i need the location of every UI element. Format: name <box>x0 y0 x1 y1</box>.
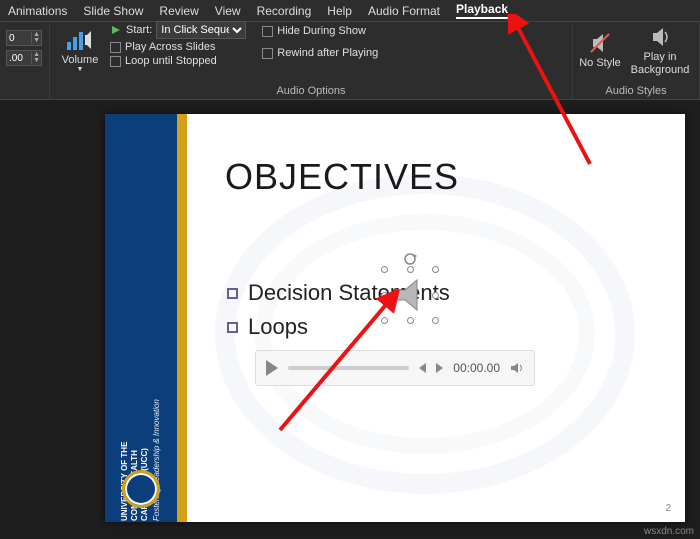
tab-recording[interactable]: Recording <box>257 4 312 18</box>
bullet-icon <box>227 322 238 333</box>
tab-help[interactable]: Help <box>327 4 352 18</box>
fade-spinner-2[interactable]: .00 ▲▼ <box>6 50 42 66</box>
resize-handle[interactable] <box>381 266 388 273</box>
volume-button[interactable]: Volume ▼ <box>56 21 104 81</box>
spinner-arrows-icon[interactable]: ▲▼ <box>31 32 41 44</box>
dropdown-caret-icon: ▼ <box>77 66 84 74</box>
slide-canvas[interactable]: UNIVERSITY OF THE COMMONWEALTH CARIBBEAN… <box>105 114 685 522</box>
no-style-icon <box>589 32 611 54</box>
start-dropdown[interactable]: In Click Sequence <box>156 21 246 39</box>
fade-value-2: .00 <box>9 53 23 64</box>
audio-object-selected[interactable] <box>385 270 435 320</box>
volume-icon <box>67 29 93 51</box>
resize-handle[interactable] <box>407 317 414 324</box>
checkbox-icon <box>262 26 273 37</box>
slide-number: 2 <box>665 503 671 514</box>
group-label-audio-options: Audio Options <box>50 85 572 99</box>
play-in-background-button[interactable]: Play in Background <box>627 21 693 81</box>
volume-icon[interactable] <box>510 361 524 375</box>
fade-value-1: 0 <box>9 33 15 44</box>
group-audio-styles: No Style Play in Background Audio Styles <box>573 22 700 99</box>
checkbox-rewind-after[interactable]: Rewind after Playing <box>262 47 378 59</box>
checkbox-play-across[interactable]: Play Across Slides <box>110 41 246 53</box>
audio-player-bar: 00:00.00 <box>255 350 535 386</box>
fade-spinner-1[interactable]: 0 ▲▼ <box>6 30 42 46</box>
tab-slideshow[interactable]: Slide Show <box>83 4 143 18</box>
tab-audio-format[interactable]: Audio Format <box>368 4 440 18</box>
tab-view[interactable]: View <box>215 4 241 18</box>
slide-workspace: UNIVERSITY OF THE COMMONWEALTH CARIBBEAN… <box>0 100 700 539</box>
slide-sidebar: UNIVERSITY OF THE COMMONWEALTH CARIBBEAN… <box>105 114 177 522</box>
skip-back-button[interactable] <box>419 363 426 373</box>
start-icon <box>110 24 122 36</box>
checkbox-loop-until[interactable]: Loop until Stopped <box>110 55 246 67</box>
speaker-icon <box>395 278 425 312</box>
play-button[interactable] <box>266 360 278 376</box>
player-time: 00:00.00 <box>453 361 500 375</box>
skip-forward-button[interactable] <box>436 363 443 373</box>
tab-review[interactable]: Review <box>159 4 198 18</box>
spinner-arrows-icon[interactable]: ▲▼ <box>31 52 41 64</box>
resize-handle[interactable] <box>381 292 388 299</box>
group-fade-truncated: 0 ▲▼ .00 ▲▼ <box>0 22 50 99</box>
ribbon: 0 ▲▼ .00 ▲▼ Volume ▼ <box>0 22 700 100</box>
checkbox-icon <box>110 42 121 53</box>
resize-handle[interactable] <box>432 317 439 324</box>
bullet-icon <box>227 288 238 299</box>
image-credit: wsxdn.com <box>644 526 694 537</box>
resize-handle[interactable] <box>381 317 388 324</box>
ucc-logo <box>122 470 160 508</box>
checkbox-icon <box>262 48 273 59</box>
group-audio-options: Volume ▼ Start: In Click Sequence Play A… <box>50 22 573 99</box>
tab-animations[interactable]: Animations <box>8 4 67 18</box>
start-label: Start: <box>126 24 152 36</box>
checkbox-icon <box>110 56 121 67</box>
no-style-button[interactable]: No Style <box>579 21 621 81</box>
seek-track[interactable] <box>288 366 409 370</box>
checkbox-hide-during[interactable]: Hide During Show <box>262 25 378 37</box>
volume-label: Volume <box>62 54 99 66</box>
resize-handle[interactable] <box>432 266 439 273</box>
slide-accent-stripe <box>177 114 187 522</box>
play-background-icon <box>649 26 671 48</box>
slide-title: OBJECTIVES <box>225 156 459 198</box>
group-label-audio-styles: Audio Styles <box>573 85 699 99</box>
resize-handle[interactable] <box>407 266 414 273</box>
tab-playback[interactable]: Playback <box>456 2 508 19</box>
resize-handle[interactable] <box>432 292 439 299</box>
rotate-handle-icon[interactable] <box>403 252 417 266</box>
